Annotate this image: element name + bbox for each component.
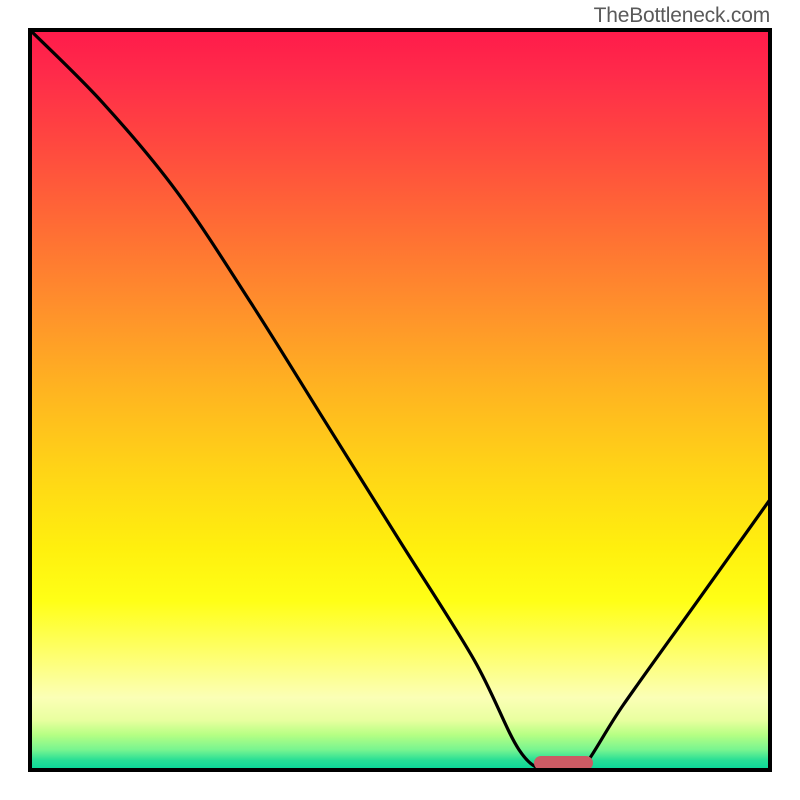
bottleneck-curve-path	[28, 28, 772, 772]
valley-marker	[534, 756, 594, 770]
curve-layer	[28, 28, 772, 772]
plot-area	[28, 28, 772, 772]
bottleneck-chart: TheBottleneck.com	[0, 0, 800, 800]
watermark-text: TheBottleneck.com	[594, 4, 770, 28]
